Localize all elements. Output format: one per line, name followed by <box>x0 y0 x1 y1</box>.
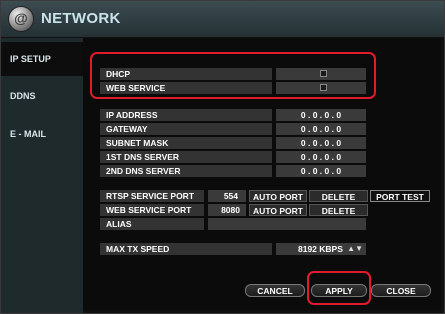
page-title: NETWORK <box>41 10 121 27</box>
sidebar-item-ddns[interactable]: DDNS <box>1 79 83 113</box>
web-delete-port-button[interactable]: DELETE PORT <box>309 204 368 228</box>
web-port-field[interactable]: 8080 <box>208 204 246 216</box>
sidebar-item-email[interactable]: E - MAIL <box>1 117 83 151</box>
gateway-label: GATEWAY <box>100 123 272 135</box>
rtsp-auto-port-button[interactable]: AUTO PORT <box>249 190 307 202</box>
spinner-arrows-icon[interactable]: ▲▼ <box>347 243 363 255</box>
dns1-field[interactable]: 0 . 0 . 0 . 0 <box>276 151 366 163</box>
sidebar-item-label: E - MAIL <box>10 129 46 139</box>
network-logo-icon: @ <box>9 7 33 31</box>
ip-address-field[interactable]: 0 . 0 . 0 . 0 <box>276 109 366 121</box>
rtsp-port-field[interactable]: 554 <box>208 190 246 202</box>
rtsp-delete-port-button[interactable]: DELETE PORT <box>309 190 368 214</box>
dns1-label: 1ST DNS SERVER <box>100 151 272 163</box>
max-tx-speed-value: 8192 KBPS <box>298 244 343 254</box>
max-tx-speed-label: MAX TX SPEED <box>100 243 272 255</box>
dns2-label: 2ND DNS SERVER <box>100 165 272 177</box>
close-button[interactable]: CLOSE <box>371 284 431 297</box>
sidebar-item-label: DDNS <box>10 91 36 101</box>
apply-highlight-box <box>307 271 371 305</box>
alias-field[interactable] <box>208 218 366 230</box>
sidebar-item-label: IP SETUP <box>10 54 51 64</box>
toggle-highlight-box <box>90 52 376 99</box>
web-auto-port-button[interactable]: AUTO PORT <box>249 204 307 216</box>
max-tx-speed-select[interactable]: 8192 KBPS ▲▼ <box>276 243 366 255</box>
logo-glyph: @ <box>14 10 28 26</box>
ip-address-label: IP ADDRESS <box>100 109 272 121</box>
web-port-label: WEB SERVICE PORT <box>100 204 204 216</box>
cancel-button[interactable]: CANCEL <box>245 284 305 297</box>
subnet-mask-field[interactable]: 0 . 0 . 0 . 0 <box>276 137 366 149</box>
title-bar: @ NETWORK <box>1 1 444 38</box>
gateway-field[interactable]: 0 . 0 . 0 . 0 <box>276 123 366 135</box>
sidebar: IP SETUP DDNS E - MAIL <box>1 38 83 313</box>
alias-label: ALIAS <box>100 218 204 230</box>
rtsp-port-label: RTSP SERVICE PORT <box>100 190 204 202</box>
port-test-button[interactable]: PORT TEST <box>370 190 430 202</box>
sidebar-item-ip-setup[interactable]: IP SETUP <box>1 42 83 76</box>
subnet-mask-label: SUBNET MASK <box>100 137 272 149</box>
dns2-field[interactable]: 0 . 0 . 0 . 0 <box>276 165 366 177</box>
